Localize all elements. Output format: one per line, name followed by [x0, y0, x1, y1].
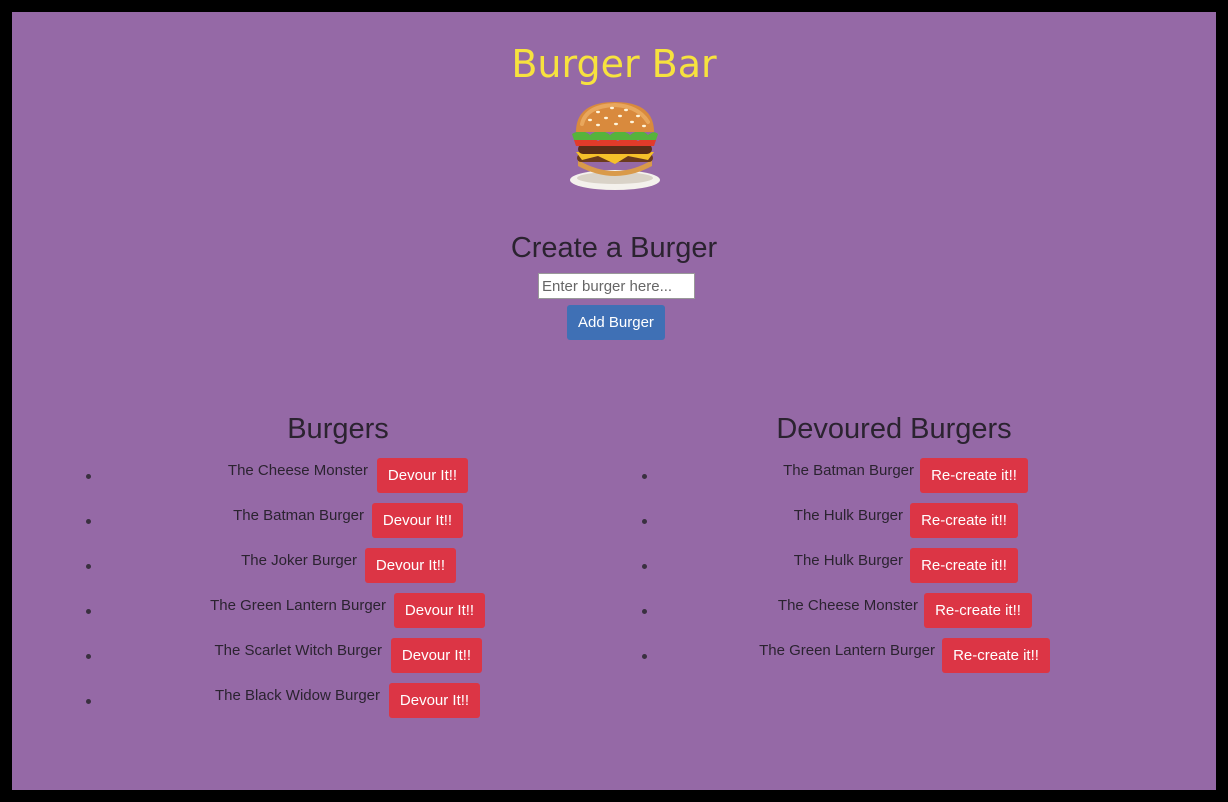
bullet [86, 609, 91, 614]
bullet [642, 609, 647, 614]
devour-button[interactable]: Devour It!! [389, 683, 480, 718]
bullet [86, 474, 91, 479]
list-item: The Batman Burger Re-create it!! [614, 458, 1216, 494]
burger-name: The Green Lantern Burger [210, 597, 386, 614]
list-item: The Joker Burger Devour It!! [12, 548, 614, 584]
page: Burger Bar Create a Burger Add Burger Bu… [12, 12, 1216, 790]
list-item: The Green Lantern Burger Re-create it!! [614, 638, 1216, 674]
bullet [86, 654, 91, 659]
devour-button[interactable]: Devour It!! [394, 593, 485, 628]
burger-name: The Green Lantern Burger [759, 642, 935, 659]
burger-name: The Hulk Burger [793, 552, 903, 569]
burger-name: The Cheese Monster [227, 462, 368, 479]
list-item: The Cheese Monster Re-create it!! [614, 593, 1216, 629]
devour-button[interactable]: Devour It!! [391, 638, 482, 673]
list-item: The Green Lantern Burger Devour It!! [12, 593, 614, 629]
burger-name: The Joker Burger [241, 552, 357, 569]
list-item: The Cheese Monster Devour It!! [12, 458, 614, 494]
devour-button[interactable]: Devour It!! [377, 458, 468, 493]
bullet [86, 564, 91, 569]
bullet [642, 474, 647, 479]
list-item: The Black Widow Burger Devour It!! [12, 683, 614, 719]
bullet [642, 519, 647, 524]
recreate-button[interactable]: Re-create it!! [920, 458, 1028, 493]
recreate-button[interactable]: Re-create it!! [942, 638, 1050, 673]
burger-name: The Batman Burger [233, 507, 364, 524]
recreate-button[interactable]: Re-create it!! [910, 548, 1018, 583]
recreate-button[interactable]: Re-create it!! [910, 503, 1018, 538]
recreate-button[interactable]: Re-create it!! [924, 593, 1032, 628]
burger-name: The Cheese Monster [777, 597, 918, 614]
list-item: The Scarlet Witch Burger Devour It!! [12, 638, 614, 674]
bullet [86, 519, 91, 524]
burger-name: The Batman Burger [783, 462, 914, 479]
burger-name-input[interactable] [538, 273, 695, 299]
burgers-heading: Burgers [287, 413, 389, 445]
list-item: The Hulk Burger Re-create it!! [614, 548, 1216, 584]
burger-name: The Scarlet Witch Burger [214, 642, 382, 659]
bullet [642, 654, 647, 659]
burger-icon [570, 102, 660, 190]
list-item: The Hulk Burger Re-create it!! [614, 503, 1216, 539]
page-title: Burger Bar [511, 42, 717, 86]
add-burger-button[interactable]: Add Burger [567, 305, 665, 340]
list-item: The Batman Burger Devour It!! [12, 503, 614, 539]
burger-name: The Hulk Burger [793, 507, 903, 524]
bullet [642, 564, 647, 569]
devoured-burgers-heading: Devoured Burgers [776, 413, 1012, 445]
devour-button[interactable]: Devour It!! [372, 503, 463, 538]
create-burger-heading: Create a Burger [510, 232, 718, 264]
bullet [86, 699, 91, 704]
burger-name: The Black Widow Burger [214, 687, 380, 704]
devour-button[interactable]: Devour It!! [365, 548, 456, 583]
